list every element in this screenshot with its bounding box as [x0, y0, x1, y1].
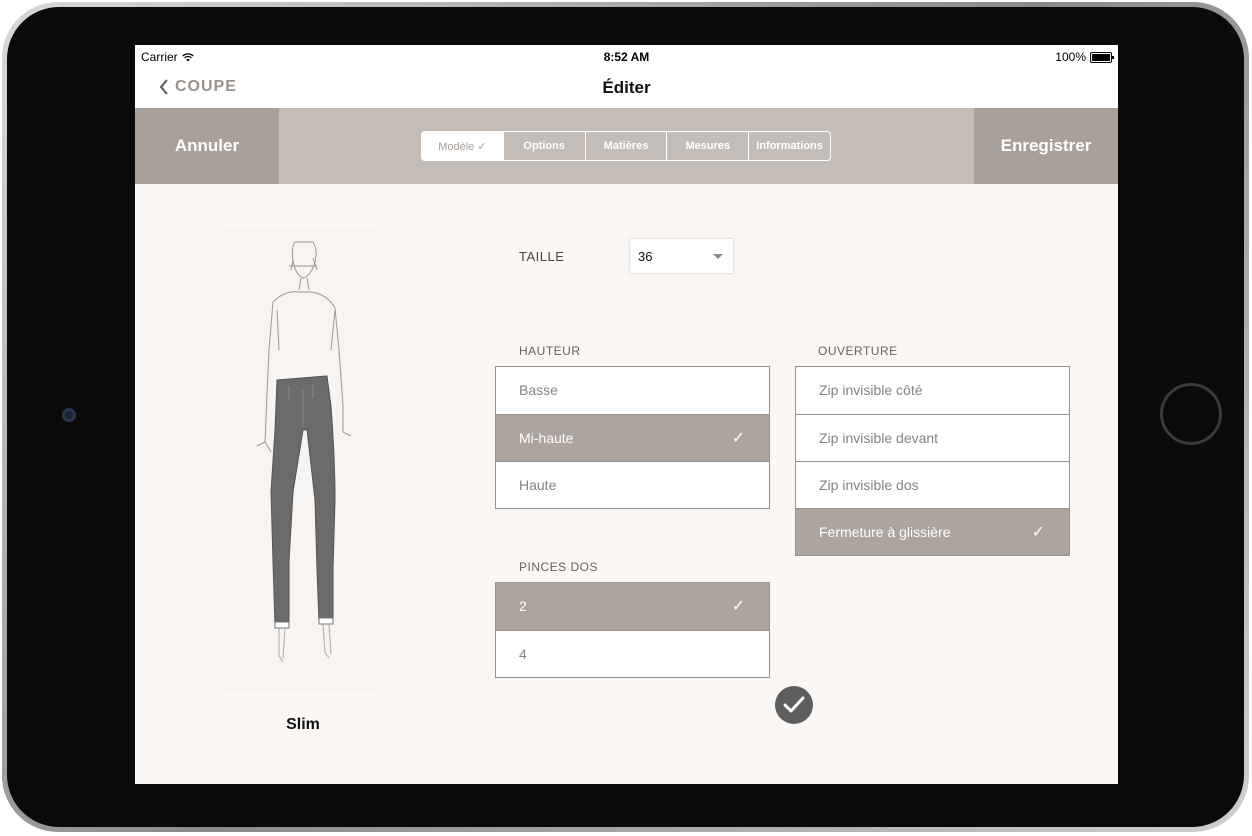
page-title: Éditer	[602, 78, 651, 97]
option-label: Haute	[519, 477, 557, 493]
option-label: Basse	[519, 382, 558, 398]
ouverture-list: Zip invisible côté Zip invisible devant …	[795, 366, 1070, 556]
navigation-bar: COUPE Éditer	[135, 67, 1118, 108]
ouverture-option-zip-devant[interactable]: Zip invisible devant	[796, 414, 1069, 461]
option-label: Zip invisible dos	[819, 477, 919, 493]
pinces-dos-label: PINCES DOS	[519, 560, 599, 574]
status-bar: Carrier 8:52 AM 100%	[135, 45, 1118, 67]
checkmark-icon: ✓	[731, 598, 745, 615]
ouverture-label: OUVERTURE	[818, 344, 898, 358]
jeans-figure-illustration	[256, 241, 352, 663]
battery-percent: 100%	[1055, 50, 1086, 64]
checkmark-icon: ✓	[731, 430, 745, 447]
option-label: Mi-haute	[519, 430, 574, 446]
section-tabs: Modèle ✓ Options Matières Mesures Inform…	[421, 131, 831, 161]
home-button[interactable]	[1160, 383, 1222, 445]
app-screen: Carrier 8:52 AM 100% COUPE Éditer Annule…	[135, 45, 1118, 784]
tab-mesures[interactable]: Mesures	[666, 132, 748, 160]
ipad-device: Carrier 8:52 AM 100% COUPE Éditer Annule…	[0, 0, 1252, 836]
edit-toolbar: Annuler Modèle ✓ Options Matières Mesure…	[135, 108, 1118, 184]
battery-icon	[1090, 51, 1114, 63]
status-right: 100%	[1055, 50, 1114, 64]
taille-label: TAILLE	[519, 249, 565, 264]
hauteur-label: HAUTEUR	[519, 344, 581, 358]
hauteur-option-basse[interactable]: Basse	[496, 367, 769, 414]
ouverture-option-fermeture[interactable]: Fermeture à glissière ✓	[796, 508, 1069, 555]
save-button[interactable]: Enregistrer	[974, 108, 1118, 184]
tab-informations[interactable]: Informations	[748, 132, 830, 160]
ouverture-option-zip-dos[interactable]: Zip invisible dos	[796, 461, 1069, 508]
tab-matieres[interactable]: Matières	[584, 132, 667, 160]
hauteur-option-haute[interactable]: Haute	[496, 461, 769, 508]
option-label: 4	[519, 646, 527, 662]
checkmark-icon	[783, 696, 805, 713]
option-label: Zip invisible côté	[819, 382, 923, 398]
hauteur-option-mi-haute[interactable]: Mi-haute ✓	[496, 414, 769, 461]
cancel-button[interactable]: Annuler	[135, 108, 279, 184]
status-time: 8:52 AM	[603, 50, 650, 64]
option-label: 2	[519, 598, 527, 614]
model-name: Slim	[286, 716, 320, 733]
pinces-dos-list: 2 ✓ 4	[495, 582, 770, 678]
ouverture-option-zip-cote[interactable]: Zip invisible côté	[796, 367, 1069, 414]
pinces-option-4[interactable]: 4	[496, 630, 769, 677]
checkmark-icon: ✓	[1031, 524, 1045, 541]
tab-modele[interactable]: Modèle ✓	[422, 132, 503, 160]
pinces-option-2[interactable]: 2 ✓	[496, 583, 769, 630]
taille-value: 36	[638, 249, 653, 264]
option-label: Fermeture à glissière	[819, 524, 951, 540]
model-sketch	[223, 230, 383, 690]
hauteur-list: Basse Mi-haute ✓ Haute	[495, 366, 770, 509]
option-label: Zip invisible devant	[819, 430, 939, 446]
chevron-down-icon	[713, 254, 723, 259]
confirm-button[interactable]	[775, 686, 813, 724]
camera-icon	[62, 408, 76, 422]
taille-select[interactable]: 36	[630, 239, 733, 273]
tab-options[interactable]: Options	[502, 132, 585, 160]
